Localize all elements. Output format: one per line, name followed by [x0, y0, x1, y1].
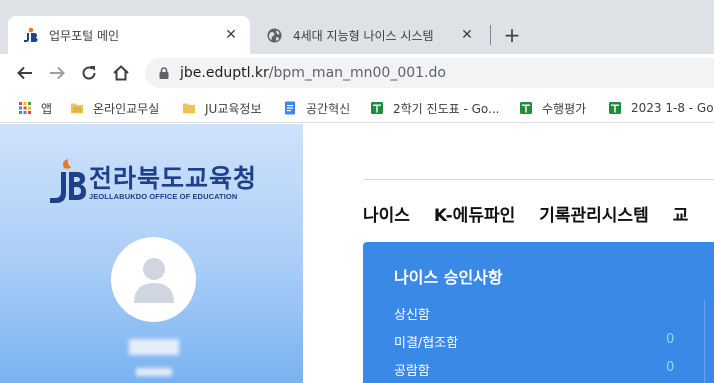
approval-row-submitted[interactable]: 상신함: [394, 304, 684, 324]
home-button[interactable]: [108, 60, 134, 86]
close-tab-icon[interactable]: ✕: [222, 26, 240, 44]
apps-grid-icon: [19, 102, 31, 114]
menu-k-edufine[interactable]: K-에듀파인: [434, 201, 515, 226]
lock-icon[interactable]: [157, 66, 171, 80]
bookmark-label: 앱: [41, 101, 53, 116]
url-text: jbe.eduptl.kr/bpm_man_mn00_001.do: [180, 65, 446, 81]
bookmark-online-office[interactable]: 온라인교무실: [70, 97, 159, 119]
sheets-icon: [520, 102, 532, 114]
bookmark-label: JU교육정보: [205, 101, 262, 116]
bookmark-ju-info[interactable]: JU교육정보: [182, 97, 261, 119]
sheets-icon: [609, 102, 621, 114]
approval-label: 상신함: [394, 308, 430, 323]
bookmark-label: 2학기 진도표 - Go...: [393, 101, 500, 116]
menu-records-system[interactable]: 기록관리시스템: [539, 201, 648, 226]
bookmarks-bar: 앱 온라인교무실 JU교육정보 공간혁신 2학기 진도표 - Go... 수행평…: [0, 92, 714, 123]
education-office-logo[interactable]: 전라북도교육청 JEOLLABUKDO OFFICE OF EDUCATION: [47, 159, 267, 209]
user-icon: [133, 257, 174, 303]
bookmark-2023[interactable]: 2023 1-8 - Goo: [608, 97, 714, 119]
menu-next-truncated[interactable]: 교: [673, 201, 689, 226]
logo-title: 전라북도교육청: [89, 164, 258, 193]
user-name: 이름: [129, 339, 179, 355]
folder-icon: [71, 103, 83, 114]
reload-icon: [82, 66, 96, 80]
forward-button[interactable]: [44, 60, 70, 86]
bookmark-label: 2023 1-8 - Goo: [631, 101, 714, 115]
url-path: /bpm_man_mn00_001.do: [268, 65, 446, 81]
arrow-right-icon: [50, 66, 65, 80]
close-tab-icon[interactable]: ✕: [458, 26, 476, 44]
tab-separator: [490, 25, 491, 45]
bookmark-label: 공간혁신: [306, 101, 351, 116]
divider: [363, 179, 714, 180]
menu-neis[interactable]: 나이스: [363, 201, 410, 226]
neis-approval-panel: 나이스 승인사항 상신함 미결/협조함 0 공람함 0: [363, 242, 714, 383]
approval-count: 0: [666, 360, 675, 375]
address-bar[interactable]: jbe.eduptl.kr/bpm_man_mn00_001.do: [145, 58, 714, 88]
quick-menu: 나이스 K-에듀파인 기록관리시스템 교: [363, 201, 712, 226]
column-divider: [704, 300, 705, 383]
user-position: 직급: [136, 368, 172, 376]
url-host: jbe.eduptl.kr: [180, 65, 269, 81]
bookmark-apps[interactable]: 앱: [18, 97, 52, 119]
tab-title: 4세대 지능형 나이스 시스템: [293, 28, 434, 43]
reload-button[interactable]: [76, 60, 102, 86]
jb-favicon-icon: [24, 27, 38, 42]
approval-title: 나이스 승인사항: [394, 268, 503, 287]
tab-title: 업무포털 메인: [49, 28, 120, 43]
home-icon: [113, 65, 129, 81]
tab-neis[interactable]: 4세대 지능형 나이스 시스템 ✕: [252, 16, 486, 54]
bookmark-progress-table[interactable]: 2학기 진도표 - Go...: [370, 97, 499, 119]
bookmark-space-innovation[interactable]: 공간혁신: [283, 97, 350, 119]
bookmark-label: 온라인교무실: [93, 101, 160, 116]
new-tab-button[interactable]: +: [500, 23, 524, 47]
browser-toolbar: jbe.eduptl.kr/bpm_man_mn00_001.do: [0, 54, 714, 92]
docs-icon: [285, 101, 295, 115]
profile-panel: 전라북도교육청 JEOLLABUKDO OFFICE OF EDUCATION …: [0, 124, 303, 383]
bookmark-label: 수행평가: [542, 101, 587, 116]
approval-row-pending[interactable]: 미결/협조함 0: [394, 332, 684, 352]
sheets-icon: [371, 102, 383, 114]
folder-icon: [183, 103, 195, 114]
jb-emblem-icon: [50, 159, 86, 203]
approval-row-circulation[interactable]: 공람함 0: [394, 360, 684, 380]
bookmark-assessment[interactable]: 수행평가: [519, 97, 586, 119]
globe-icon: [267, 28, 282, 42]
back-button[interactable]: [12, 60, 38, 86]
tab-strip: 업무포털 메인 ✕ 4세대 지능형 나이스 시스템 ✕ +: [0, 0, 714, 54]
arrow-left-icon: [17, 66, 32, 80]
approval-label: 미결/협조함: [394, 336, 459, 351]
main-content: 나이스 K-에듀파인 기록관리시스템 교 나이스 승인사항 상신함 미결/협조함…: [303, 124, 714, 383]
approval-label: 공람함: [394, 364, 430, 379]
avatar[interactable]: [111, 237, 196, 322]
approval-count: 0: [666, 332, 675, 347]
logo-subtitle: JEOLLABUKDO OFFICE OF EDUCATION: [89, 192, 238, 201]
tab-edu-portal[interactable]: 업무포털 메인 ✕: [8, 16, 250, 54]
